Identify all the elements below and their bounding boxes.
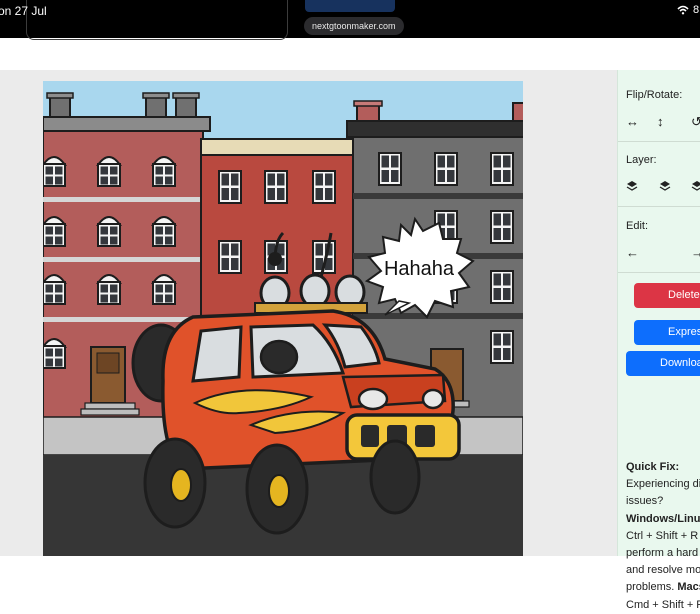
windows-instruction-line: perform a hard	[626, 547, 699, 560]
divider	[618, 272, 700, 273]
windows-heading: Windows/Linux	[626, 512, 700, 525]
flip-rotate-label: Flip/Rotate:	[626, 89, 683, 101]
redo-arrow-icon[interactable]: →	[691, 246, 700, 260]
mac-instruction-line: Cmd + Shift + R	[626, 598, 700, 611]
download-button[interactable]: Download	[626, 351, 700, 376]
bring-forward-icon[interactable]	[691, 180, 700, 192]
mac-heading: Macs	[677, 581, 700, 594]
delete-button[interactable]: Delete	[634, 283, 700, 308]
windows-instruction-line: problems.	[626, 581, 675, 594]
underlying-input-field	[26, 0, 288, 40]
expression-button[interactable]: Expression	[634, 320, 700, 345]
send-backward-icon[interactable]	[626, 180, 638, 192]
status-time: on 27 Jul	[0, 4, 47, 18]
windows-instruction-line: Ctrl + Shift + R	[626, 529, 699, 542]
flip-horizontal-icon[interactable]: ↔	[626, 115, 639, 129]
comic-scene[interactable]: Hahaha	[43, 81, 523, 556]
layers-icon[interactable]	[659, 180, 671, 192]
divider	[618, 141, 700, 142]
flip-vertical-icon[interactable]: ↕	[657, 115, 664, 129]
battery-indicator: 8	[693, 4, 700, 16]
tools-panel: Flip/Rotate: ↔ ↕ ↺ Layer: Edit: ← → Dele…	[617, 70, 700, 611]
edit-label: Edit:	[626, 220, 649, 232]
undo-arrow-icon[interactable]: ←	[626, 246, 639, 260]
rotate-icon[interactable]: ↺	[691, 115, 700, 129]
status-bar: on 27 Jul nextgtoonmaker.com 8	[0, 0, 700, 40]
underlying-button	[305, 0, 395, 12]
layer-label: Layer:	[626, 154, 657, 166]
wifi-icon	[677, 5, 689, 15]
quick-fix-intro-line: Experiencing di	[626, 478, 700, 491]
url-bar[interactable]: nextgtoonmaker.com	[304, 17, 404, 35]
quick-fix-intro-line: issues?	[626, 495, 664, 508]
quick-fix-section: Quick Fix: Experiencing di issues? Windo…	[626, 459, 700, 614]
speech-bubble-text: Hahaha	[384, 258, 455, 280]
windows-instruction-line: and resolve mo	[626, 564, 700, 577]
quick-fix-title: Quick Fix:	[626, 461, 680, 473]
divider	[618, 206, 700, 207]
